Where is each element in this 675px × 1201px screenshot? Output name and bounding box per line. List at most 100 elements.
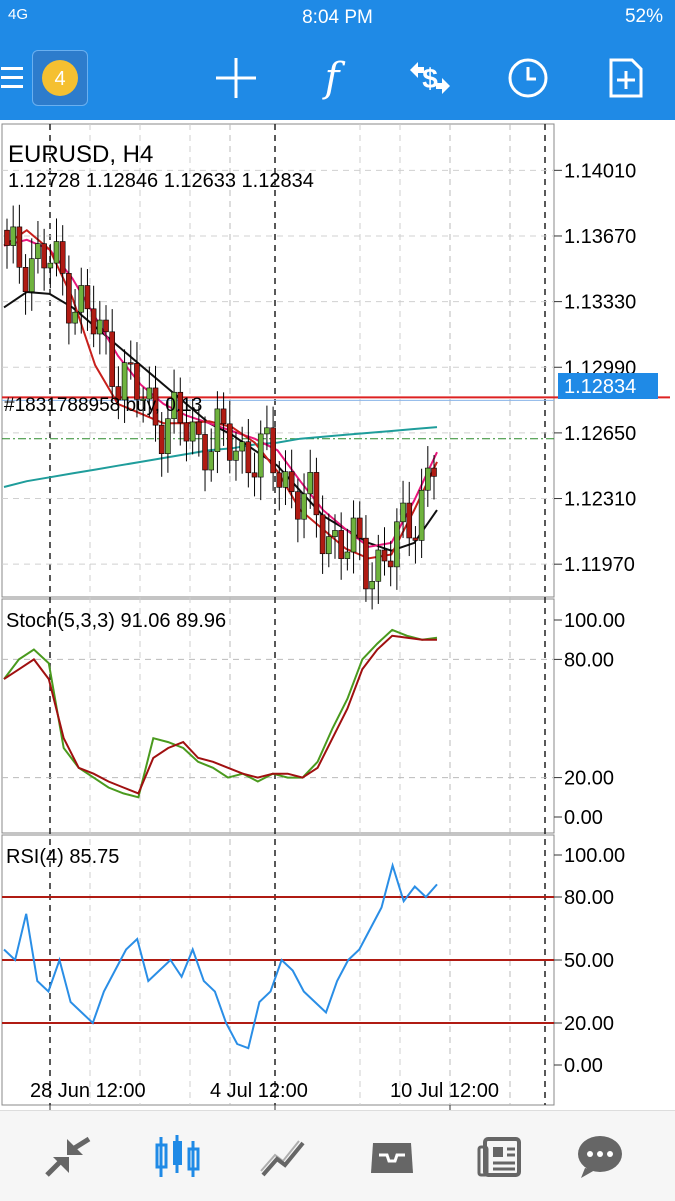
- candle-body: [245, 441, 252, 474]
- candle-body: [226, 423, 233, 461]
- candle-body: [214, 408, 221, 452]
- price-tick-label: 1.11970: [564, 554, 635, 576]
- candle-body: [338, 530, 344, 559]
- candle-body: [400, 502, 406, 523]
- status-time: 8:04 PM: [302, 7, 373, 28]
- period-icon[interactable]: [502, 52, 554, 104]
- candle-body: [10, 226, 16, 246]
- history-icon[interactable]: [362, 1129, 422, 1185]
- candle-body: [47, 262, 54, 269]
- candle-body: [158, 424, 165, 455]
- candle-body: [375, 549, 382, 582]
- quotes-icon[interactable]: [38, 1129, 98, 1185]
- candle-body: [344, 551, 351, 559]
- battery-indicator: 52%: [624, 6, 663, 27]
- stoch-tick-label: 20.00: [564, 768, 614, 790]
- candle-body: [103, 319, 109, 333]
- candle-body: [127, 362, 134, 365]
- chart-icon[interactable]: [146, 1129, 206, 1185]
- candle-body: [202, 434, 208, 471]
- candle-body: [288, 471, 295, 492]
- trade-nav-icon[interactable]: [254, 1129, 314, 1185]
- news-icon[interactable]: [470, 1129, 530, 1185]
- order-label: #1831788958 buy, 0.13: [4, 395, 202, 416]
- rsi-tick-label: 50.00: [564, 950, 614, 972]
- stoch-tick-label: 0.00: [564, 807, 603, 829]
- candle-body: [282, 471, 289, 488]
- candle-body: [220, 408, 227, 425]
- candle-body: [28, 258, 35, 293]
- trade-icon[interactable]: $: [404, 52, 456, 104]
- candle-body: [183, 422, 190, 442]
- indicators-icon[interactable]: f: [306, 52, 358, 104]
- candle-body: [425, 467, 431, 491]
- candle-body: [307, 472, 314, 495]
- status-bar: 4G 8:04 PM 52%: [0, 0, 675, 36]
- candle-body: [233, 450, 239, 461]
- candle-body: [319, 514, 326, 555]
- candle-body: [66, 273, 72, 324]
- candle-body: [251, 472, 258, 478]
- candle-body: [189, 421, 196, 442]
- candle-body: [53, 241, 60, 264]
- candle-body: [239, 441, 245, 452]
- bottom-nav: [0, 1110, 675, 1201]
- candle-body: [78, 285, 85, 313]
- candle-body: [22, 267, 29, 293]
- price-tick-label: 1.12650: [564, 423, 636, 445]
- current-price-value: 1.12834: [564, 376, 636, 398]
- candle-body: [332, 530, 338, 537]
- new-order-icon[interactable]: [600, 52, 652, 104]
- candle-body: [16, 226, 23, 268]
- svg-text:$: $: [422, 63, 438, 94]
- candle-body: [381, 549, 388, 562]
- candle-body: [270, 427, 276, 474]
- rsi-label: RSI(4) 85.75: [6, 846, 119, 868]
- time-label: 28 Jun 12:00: [30, 1080, 146, 1102]
- candle-body: [90, 308, 97, 335]
- rsi-tick-label: 100.00: [564, 845, 625, 867]
- stoch-tick-label: 80.00: [564, 649, 614, 671]
- ohlc-readout: 1.12728 1.12846 1.12633 1.12834: [8, 170, 314, 192]
- candle-body: [165, 418, 171, 455]
- chart-svg[interactable]: 1.140101.136701.133301.129901.126501.123…: [0, 120, 675, 1110]
- candle-body: [387, 560, 394, 568]
- candle-body: [257, 433, 264, 478]
- price-tick-label: 1.13670: [564, 226, 636, 248]
- candle-body: [208, 451, 215, 471]
- symbol-title: EURUSD, H4: [8, 141, 153, 168]
- candle-body: [431, 467, 437, 477]
- candle-body: [35, 243, 41, 259]
- candle-body: [350, 517, 357, 553]
- candle-body: [301, 493, 307, 520]
- candle-body: [196, 421, 202, 435]
- candle-body: [84, 285, 91, 310]
- candle-body: [406, 502, 413, 539]
- candle-body: [72, 311, 78, 324]
- time-label: 10 Jul 12:00: [390, 1080, 499, 1102]
- price-tick-label: 1.14010: [564, 160, 636, 182]
- candle-body: [369, 581, 375, 590]
- rsi-tick-label: 20.00: [564, 1013, 614, 1035]
- candle-body: [394, 521, 400, 568]
- time-label: 4 Jul 12:00: [210, 1080, 308, 1102]
- metatrader-logo[interactable]: 4: [32, 50, 88, 106]
- candle-body: [313, 472, 320, 516]
- chart-area[interactable]: 1.14010 1.13670 1.13330 1.12990 1.12650 1.123…: [0, 120, 675, 1110]
- candle-body: [295, 491, 301, 520]
- candle-body: [264, 427, 270, 435]
- crosshair-icon[interactable]: [210, 52, 262, 104]
- top-toolbar: 4 f $: [0, 36, 675, 120]
- candle-body: [109, 331, 116, 387]
- candle-body: [418, 489, 425, 541]
- candle-body: [412, 537, 419, 541]
- candle-body: [363, 537, 369, 590]
- chat-icon[interactable]: [570, 1129, 630, 1185]
- candle-body: [356, 517, 363, 539]
- candle-body: [97, 319, 103, 335]
- svg-text:4: 4: [54, 68, 65, 90]
- rsi-tick-label: 0.00: [564, 1055, 603, 1077]
- candle-body: [4, 229, 10, 246]
- candle-body: [59, 241, 66, 274]
- candle-body: [325, 536, 332, 555]
